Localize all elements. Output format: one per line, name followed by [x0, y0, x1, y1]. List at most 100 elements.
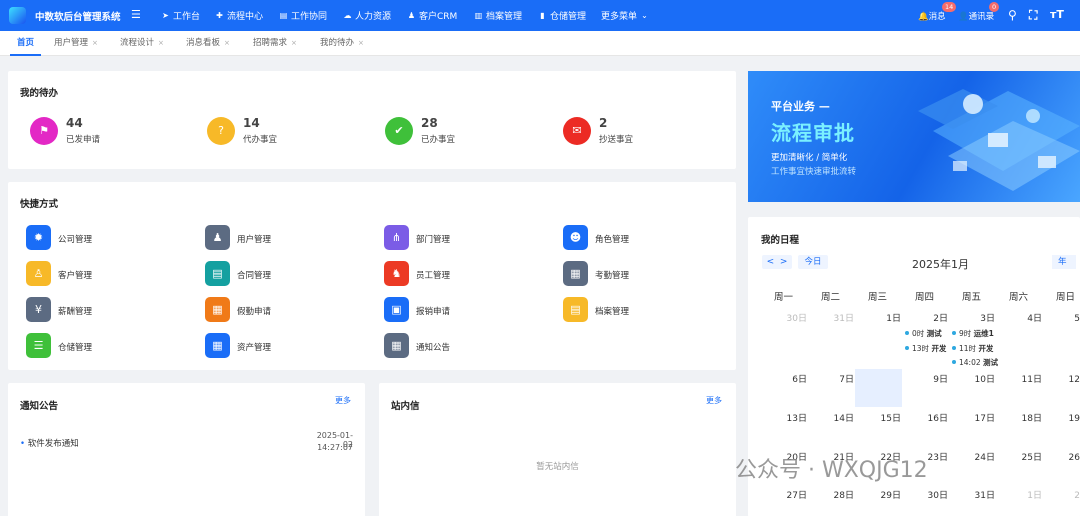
todo-count: 44	[66, 116, 83, 130]
users-icon: ☻	[563, 225, 588, 250]
calendar-day[interactable]: 13日	[767, 411, 807, 424]
notice-list-item[interactable]: • 软件发布通知	[20, 437, 79, 449]
nav-hr[interactable]: ☁ 人力资源	[343, 9, 392, 22]
event-dot-icon	[905, 346, 909, 350]
font-size-icon[interactable]: тT	[1050, 8, 1064, 21]
calendar-day[interactable]: 11日	[1002, 372, 1042, 385]
close-icon[interactable]: ×	[158, 39, 164, 47]
tab-user-management[interactable]: 用户管理 ×	[54, 31, 98, 56]
nav-label: 工作台	[173, 12, 201, 22]
calendar-event[interactable]: 9时 运维1	[952, 328, 994, 339]
nav-archive[interactable]: ▥ 档案管理	[474, 9, 522, 22]
calendar-prev-button[interactable]: <	[767, 257, 775, 267]
calendar-day[interactable]: 1日	[861, 311, 901, 324]
calendar-day[interactable]: 24日	[955, 450, 995, 463]
calendar-today-highlight	[855, 369, 902, 407]
system-title: 中数软后台管理系统	[35, 12, 121, 23]
nav-process-center[interactable]: ✚ 流程中心	[215, 9, 263, 22]
shortcut-label: 档案管理	[595, 307, 630, 317]
calendar-day[interactable]: 1日	[1002, 488, 1042, 501]
nav-more-menu[interactable]: 更多菜单 ⌄	[601, 9, 649, 22]
menu-toggle-icon[interactable]: ☰	[131, 8, 141, 21]
calendar-day[interactable]: 10日	[955, 372, 995, 385]
banner-line4: 工作事宜快速审批流转	[771, 167, 857, 177]
archive-icon: ▥	[474, 11, 483, 20]
calendar-event[interactable]: 13时 开发	[905, 343, 946, 354]
calendar-day[interactable]: 12日	[1049, 372, 1080, 385]
todo-label: 已办事宜	[421, 135, 456, 145]
nav-warehouse[interactable]: ▮ 仓储管理	[538, 9, 586, 22]
calendar-day[interactable]: 5日	[1049, 311, 1080, 324]
calendar-day[interactable]: 30日	[767, 311, 807, 324]
tab-my-todo[interactable]: 我的待办 ×	[320, 31, 364, 56]
flag-icon: ⚑	[30, 117, 58, 145]
inbox-more-link[interactable]: 更多	[706, 395, 722, 406]
event-title: 测试	[926, 329, 942, 338]
tab-home[interactable]: 首页	[10, 31, 42, 56]
calendar-day[interactable]: 6日	[767, 372, 807, 385]
calendar-day[interactable]: 7日	[814, 372, 854, 385]
calendar-day[interactable]: 2日	[908, 311, 948, 324]
nav-crm[interactable]: ♟ 客户CRM	[407, 9, 457, 22]
chat-icon: ☁	[343, 11, 352, 20]
calendar-day[interactable]: 31日	[814, 311, 854, 324]
event-title: 运维1	[973, 329, 994, 338]
calendar-day[interactable]: 19日	[1049, 411, 1080, 424]
calendar-year-view-button[interactable]: 年	[1052, 255, 1076, 269]
calendar-day[interactable]: 9日	[908, 372, 948, 385]
calendar-event[interactable]: 11时 开发	[952, 343, 993, 354]
banner-title: 流程审批	[771, 121, 855, 145]
tab-label: 用户管理	[54, 38, 89, 48]
calendar-day[interactable]: 18日	[1002, 411, 1042, 424]
calendar-day[interactable]: 4日	[1002, 311, 1042, 324]
close-icon[interactable]: ×	[358, 39, 364, 47]
calendar-event[interactable]: 0时 测试	[905, 328, 942, 339]
calendar-day[interactable]: 26日	[1049, 450, 1080, 463]
calendar-today-button[interactable]: 今日	[798, 255, 828, 269]
close-icon[interactable]: ×	[92, 39, 98, 47]
tab-process-design[interactable]: 流程设计 ×	[120, 31, 164, 56]
calendar-day[interactable]: 3日	[955, 311, 995, 324]
calendar-day[interactable]: 29日	[861, 488, 901, 501]
tab-message-board[interactable]: 消息看板 ×	[186, 31, 230, 56]
inbox-empty-text: 暂无站内信	[536, 462, 579, 472]
fullscreen-icon[interactable]: ⛶	[1029, 8, 1037, 23]
close-icon[interactable]: ×	[291, 39, 297, 47]
tab-label: 消息看板	[186, 38, 221, 48]
calendar-weekday: 周一	[774, 292, 794, 303]
contacts-badge: 0	[989, 2, 1000, 12]
calendar-day[interactable]: 17日	[955, 411, 995, 424]
calendar-day[interactable]: 15日	[861, 411, 901, 424]
event-dot-icon	[952, 331, 956, 335]
event-title: 开发	[931, 344, 947, 353]
messages-button[interactable]: 🔔消息	[918, 10, 946, 22]
calendar-day[interactable]: 14日	[814, 411, 854, 424]
calendar-day[interactable]: 31日	[955, 488, 995, 501]
nav-workbench[interactable]: ➤ 工作台	[161, 9, 200, 22]
nav-collaboration[interactable]: ▤ 工作协同	[279, 9, 327, 22]
clipboard-check-icon: ✔	[385, 117, 413, 145]
calendar-next-button[interactable]: >	[780, 257, 788, 267]
tab-recruitment[interactable]: 招聘需求 ×	[253, 31, 297, 56]
calendar-event[interactable]: 14:02 测试	[952, 357, 998, 368]
calendar-day[interactable]: 2日	[1049, 488, 1080, 501]
nav-label: 更多菜单	[601, 12, 638, 22]
calendar-day[interactable]: 30日	[908, 488, 948, 501]
nav-label: 档案管理	[486, 12, 523, 22]
search-icon[interactable]: ⚲	[1008, 8, 1017, 22]
contacts-button[interactable]: 👤通讯录	[958, 10, 994, 22]
calendar-weekday: 周五	[962, 292, 982, 303]
tab-bar: 首页 用户管理 × 流程设计 × 消息看板 × 招聘需求 × 我的待办 ×	[0, 31, 1080, 56]
calendar-day[interactable]: 25日	[1002, 450, 1042, 463]
event-time: 0时	[912, 329, 925, 338]
platform-banner: 平台业务 — 流程审批 更加清晰化 / 简单化 工作事宜快速审批流转	[748, 71, 1080, 202]
calendar-day[interactable]: 16日	[908, 411, 948, 424]
notice-more-link[interactable]: 更多	[335, 395, 351, 406]
nav-label: 工作协同	[291, 12, 328, 22]
calendar-day[interactable]: 28日	[814, 488, 854, 501]
calendar-day[interactable]: 27日	[767, 488, 807, 501]
calendar-weekday: 周二	[821, 292, 841, 303]
close-icon[interactable]: ×	[224, 39, 230, 47]
event-title: 开发	[978, 344, 994, 353]
shortcut-label: 公司管理	[58, 235, 93, 245]
